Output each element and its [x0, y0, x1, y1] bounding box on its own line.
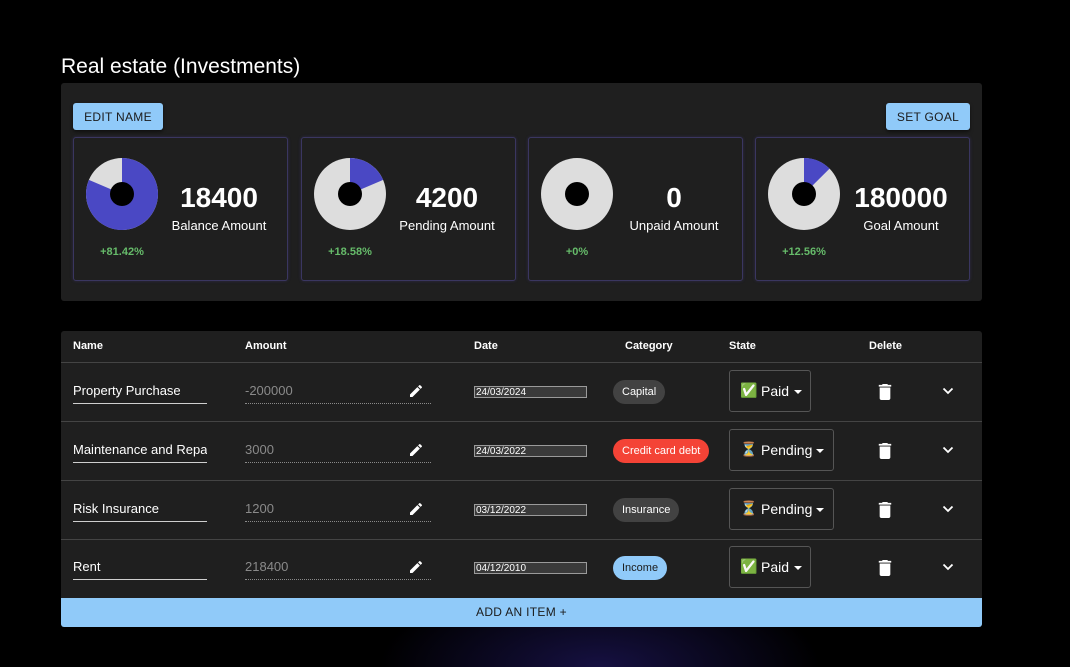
- items-table: Name Amount Date Category State Delete P…: [61, 331, 982, 627]
- summary-panel: EDIT NAME SET GOAL 18400 Balance Amount …: [61, 83, 982, 301]
- column-header-amount: Amount: [245, 340, 287, 352]
- column-header-date: Date: [474, 340, 498, 352]
- edit-pencil-icon[interactable]: [408, 501, 424, 517]
- set-goal-button[interactable]: SET GOAL: [886, 103, 970, 130]
- column-header-name: Name: [73, 340, 103, 352]
- hourglass-icon: ⏳: [740, 441, 758, 457]
- donut-hole: [338, 182, 362, 206]
- caret-down-icon: [816, 449, 824, 453]
- table-row: Maintenance and Repairs 3000 24/03/2022 …: [61, 422, 982, 481]
- goal-amount-label: Goal Amount: [863, 218, 939, 233]
- category-chip[interactable]: Income: [613, 556, 668, 580]
- balance-donut-chart: [86, 158, 158, 230]
- delete-trash-icon[interactable]: [878, 560, 892, 576]
- item-name-input[interactable]: Risk Insurance: [73, 501, 207, 522]
- add-item-button[interactable]: ADD AN ITEM +: [61, 598, 982, 627]
- state-value: Paid: [761, 383, 790, 399]
- table-row: Rent 218400 04/12/2010 Income ✅ Paid: [61, 539, 982, 597]
- goal-percent: +12.56%: [782, 246, 826, 258]
- pending-amount-label: Pending Amount: [399, 218, 495, 233]
- balance-percent: +81.42%: [100, 246, 144, 258]
- pending-amount-value: 4200: [415, 182, 479, 213]
- delete-trash-icon[interactable]: [878, 443, 892, 459]
- category-chip[interactable]: Capital: [613, 380, 666, 404]
- edit-pencil-icon[interactable]: [408, 442, 424, 458]
- expand-chevron-icon[interactable]: [942, 563, 954, 571]
- expand-chevron-icon[interactable]: [942, 446, 954, 454]
- balance-amount-value: 18400: [180, 182, 258, 213]
- donut-hole: [110, 182, 134, 206]
- item-amount-input[interactable]: -200000: [245, 383, 431, 404]
- item-date-input[interactable]: 04/12/2010: [474, 562, 587, 574]
- item-date-input[interactable]: 24/03/2024: [474, 386, 587, 398]
- item-name-input[interactable]: Property Purchase: [73, 383, 207, 404]
- unpaid-percent: +0%: [565, 246, 589, 258]
- state-value: Pending: [761, 442, 813, 458]
- check-mark-icon: ✅: [740, 558, 758, 574]
- category-chip[interactable]: Credit card debt: [613, 439, 710, 463]
- edit-pencil-icon[interactable]: [408, 559, 424, 575]
- table-row: Property Purchase -200000 24/03/2024 Cap…: [61, 363, 982, 422]
- unpaid-donut-chart: [541, 158, 613, 230]
- state-select[interactable]: ✅ Paid: [729, 546, 811, 588]
- check-mark-icon: ✅: [740, 382, 758, 398]
- delete-trash-icon[interactable]: [878, 384, 892, 400]
- item-date-input[interactable]: 03/12/2022: [474, 504, 587, 516]
- unpaid-card: 0 Unpaid Amount +0%: [528, 137, 743, 281]
- hourglass-icon: ⏳: [740, 500, 758, 516]
- item-date-input[interactable]: 24/03/2022: [474, 445, 587, 457]
- state-select[interactable]: ✅ Paid: [729, 370, 811, 412]
- goal-amount-value: 180000: [854, 182, 948, 213]
- page-title: Real estate (Investments): [61, 55, 301, 78]
- item-name-input[interactable]: Maintenance and Repairs: [73, 442, 207, 463]
- item-amount-input[interactable]: 3000: [245, 442, 431, 463]
- state-select[interactable]: ⏳ Pending: [729, 488, 834, 530]
- expand-chevron-icon[interactable]: [942, 387, 954, 395]
- delete-trash-icon[interactable]: [878, 502, 892, 518]
- column-header-delete: Delete: [869, 340, 903, 352]
- item-amount-input[interactable]: 218400: [245, 559, 431, 580]
- unpaid-amount-value: 0: [666, 182, 682, 213]
- unpaid-amount-label: Unpaid Amount: [629, 218, 719, 233]
- donut-hole: [565, 182, 589, 206]
- goal-donut-chart: [768, 158, 840, 230]
- pending-donut-chart: [314, 158, 386, 230]
- state-value: Pending: [761, 501, 813, 517]
- item-amount-input[interactable]: 1200: [245, 501, 431, 522]
- pending-percent: +18.58%: [328, 246, 372, 258]
- column-header-category: Category: [625, 340, 673, 352]
- caret-down-icon: [816, 508, 824, 512]
- edit-pencil-icon[interactable]: [408, 383, 424, 399]
- pending-card: 4200 Pending Amount +18.58%: [301, 137, 516, 281]
- expand-chevron-icon[interactable]: [942, 505, 954, 513]
- balance-card: 18400 Balance Amount +81.42%: [73, 137, 288, 281]
- donut-hole: [792, 182, 816, 206]
- category-chip[interactable]: Insurance: [613, 498, 680, 522]
- goal-card: 180000 Goal Amount +12.56%: [755, 137, 970, 281]
- state-value: Paid: [761, 559, 790, 575]
- caret-down-icon: [794, 566, 802, 570]
- table-row: Risk Insurance 1200 03/12/2022 Insurance…: [61, 481, 982, 540]
- balance-amount-label: Balance Amount: [171, 218, 267, 233]
- caret-down-icon: [794, 390, 802, 394]
- item-name-input[interactable]: Rent: [73, 559, 207, 580]
- edit-name-button[interactable]: EDIT NAME: [73, 103, 163, 130]
- state-select[interactable]: ⏳ Pending: [729, 429, 834, 471]
- column-header-state: State: [729, 340, 756, 352]
